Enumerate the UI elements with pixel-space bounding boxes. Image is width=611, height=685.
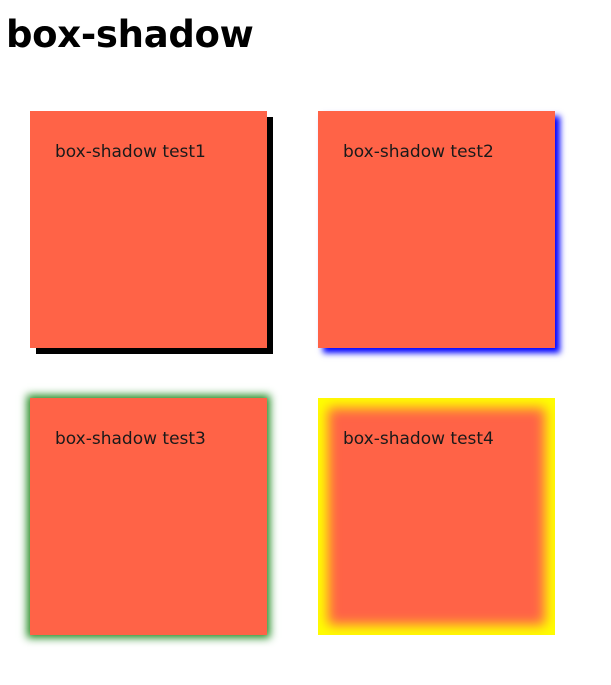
box-shadow-test1: box-shadow test1 [30,111,267,348]
box-label: box-shadow test2 [343,142,494,162]
box-shadow-test3: box-shadow test3 [30,398,267,635]
box-shadow-test4: box-shadow test4 [318,398,555,635]
page-title: box-shadow [6,13,254,56]
box-shadow-test2: box-shadow test2 [318,111,555,348]
box-label: box-shadow test1 [55,142,206,162]
box-label: box-shadow test4 [343,429,494,449]
box-label: box-shadow test3 [55,429,206,449]
